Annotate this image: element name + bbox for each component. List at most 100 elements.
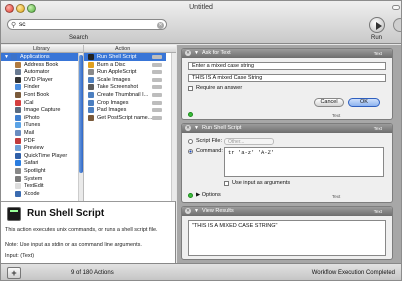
options-label: Options [201, 192, 221, 198]
applescript-icon [88, 69, 94, 76]
script-file-label: Script File: [196, 138, 222, 144]
run-shell-script-action[interactable]: ✕ ▼ Run Shell Script Text Script File: O… [181, 123, 393, 203]
action-column-header[interactable]: Action [115, 46, 130, 52]
description-note: Note: Use input as stdin or as command l… [5, 242, 142, 248]
window-title: Untitled [189, 4, 213, 11]
burn-disc-icon [88, 61, 94, 68]
stop-button[interactable] [393, 18, 401, 32]
action-header[interactable]: ✕ ▼ View Results Text [182, 207, 392, 216]
terminal-icon [88, 54, 94, 60]
thumbnail-icon [88, 92, 94, 98]
status-bar: + 9 of 180 Actions Workflow Execution Co… [1, 263, 401, 280]
action-type-indicator [152, 108, 162, 113]
command-label: Command: [196, 148, 223, 154]
library-pane: Library Action ▼ Applications Address Book… [1, 45, 176, 201]
close-icon[interactable]: ✕ [185, 125, 191, 131]
image-capture-icon [15, 107, 21, 114]
workflow-area[interactable]: ✕ ▼ Ask for Text Text Enter a mixed case… [177, 45, 401, 263]
action-type-indicator [152, 93, 162, 97]
action-type-indicator [152, 77, 162, 82]
run-button[interactable] [369, 17, 385, 33]
status-indicator-icon [188, 112, 193, 117]
iphoto-icon [15, 114, 21, 121]
script-file-radio[interactable] [188, 139, 193, 144]
require-answer-checkbox[interactable] [188, 86, 193, 91]
spotlight-icon [15, 168, 21, 174]
command-radio[interactable] [188, 149, 193, 154]
status-indicator-icon [188, 193, 193, 198]
library-column-header[interactable]: Library [33, 46, 50, 52]
search-label: Search [69, 35, 89, 41]
safari-icon [15, 160, 21, 167]
action-type-indicator [152, 70, 162, 75]
system-icon [15, 175, 21, 182]
command-field[interactable]: tr 'a-z' 'A-Z' [224, 147, 384, 177]
font-book-icon [15, 92, 21, 98]
results-field[interactable]: "THIS IS A MIXED CASE STRING" [188, 220, 386, 256]
ical-icon [15, 99, 21, 106]
question-field[interactable]: Enter a mixed case string [188, 62, 386, 70]
disclosure-triangle-icon[interactable]: ▼ [194, 49, 199, 58]
use-input-checkbox[interactable] [224, 181, 229, 186]
toolbar-toggle-button[interactable] [392, 5, 400, 10]
ask-for-text-action[interactable]: ✕ ▼ Ask for Text Text Enter a mixed case… [181, 48, 393, 120]
script-file-popup[interactable]: Other... [224, 138, 274, 145]
action-type-indicator [152, 115, 162, 120]
clear-search-icon[interactable]: ✕ [157, 22, 164, 29]
actions-count: 9 of 180 Actions [71, 270, 114, 276]
default-answer-field[interactable]: THIS IS A mixed Case String [188, 74, 386, 82]
itunes-icon [15, 122, 21, 129]
options-toggle[interactable]: ▶ Options [196, 192, 221, 198]
postscript-icon [88, 114, 94, 121]
toolbar: Untitled ⚲ sc ✕ Search Run [1, 1, 401, 44]
action-item[interactable]: Get PostScript name... [84, 114, 166, 122]
category-label: Xcode [24, 190, 40, 197]
add-action-button[interactable]: + [7, 267, 21, 279]
play-icon [376, 22, 382, 30]
ok-button[interactable]: OK [348, 98, 380, 107]
dvd-player-icon [15, 76, 21, 83]
run-label: Run [371, 35, 383, 41]
search-input[interactable]: ⚲ sc ✕ [7, 19, 167, 30]
action-header[interactable]: ✕ ▼ Run Shell Script Text [182, 124, 392, 133]
terminal-icon [7, 207, 21, 221]
address-book-icon [15, 61, 21, 68]
action-scrollbar[interactable] [171, 53, 176, 201]
quicktime-icon [15, 152, 21, 159]
search-icon: ⚲ [11, 22, 17, 29]
crop-images-icon [88, 99, 94, 106]
output-type: Text [332, 194, 341, 199]
close-icon[interactable]: ✕ [185, 50, 191, 56]
action-description: Run Shell Script This action executes un… [1, 201, 176, 263]
result-type: Text [373, 51, 382, 56]
use-input-label: Use input as arguments [232, 180, 291, 186]
category-scroll-thumb[interactable] [79, 55, 83, 173]
pdf-icon [15, 137, 21, 144]
cancel-button[interactable]: Cancel [314, 98, 344, 107]
category-scrollbar[interactable] [78, 53, 83, 201]
automator-robot-icon [15, 69, 21, 76]
output-type: Text [332, 113, 341, 118]
description-title: Run Shell Script [27, 208, 105, 219]
preview-icon [15, 145, 21, 152]
category-item[interactable]: Xcode [1, 190, 83, 198]
action-title: Ask for Text [202, 50, 231, 56]
result-type: Text [373, 209, 382, 214]
action-label: Get PostScript name... [97, 114, 153, 121]
textedit-icon [15, 183, 21, 190]
camera-icon [88, 84, 94, 91]
search-value: sc [19, 21, 26, 28]
disclosure-triangle-icon[interactable]: ▼ [194, 124, 199, 133]
automator-window: Untitled ⚲ sc ✕ Search Run Library Actio… [0, 0, 402, 281]
action-title: Run Shell Script [202, 125, 242, 131]
description-body: This action executes unix commands, or r… [5, 227, 158, 233]
action-header[interactable]: ✕ ▼ Ask for Text Text [182, 49, 392, 58]
close-icon[interactable]: ✕ [185, 208, 191, 214]
finder-icon [15, 84, 21, 91]
disclosure-triangle-icon[interactable]: ▼ [194, 207, 199, 216]
pad-images-icon [88, 107, 94, 114]
view-results-action[interactable]: ✕ ▼ View Results Text "THIS IS A MIXED C… [181, 206, 393, 260]
result-type: Text [373, 126, 382, 131]
action-type-indicator [152, 85, 162, 90]
action-type-indicator [152, 100, 162, 105]
